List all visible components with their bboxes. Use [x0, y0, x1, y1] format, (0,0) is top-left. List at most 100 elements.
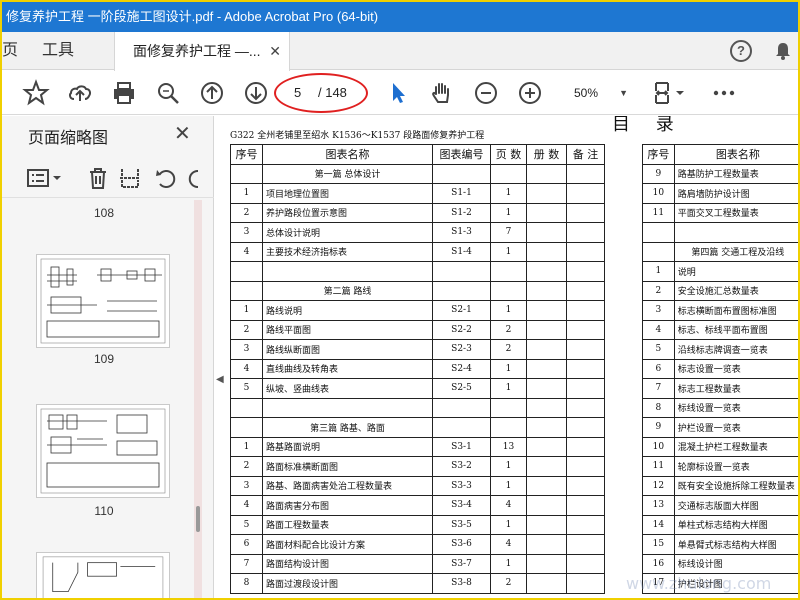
window-title: 修复养护工程 一阶段施工图设计.pdf - Adobe Acrobat Pro … — [6, 9, 379, 24]
table-row: 10 路肩墙防护设计图 — [642, 183, 798, 204]
section-title-cell: 第四篇 交通工程及沿线 — [673, 241, 798, 262]
empty-cell — [230, 261, 263, 282]
table-row: 11 轮廓标设置一览表 — [642, 456, 798, 477]
item-remarks-cell — [566, 378, 605, 399]
item-volumes-cell — [526, 475, 567, 496]
collapse-panel-icon[interactable]: ◀ — [216, 374, 224, 385]
table-row: 13 交通标志版面大样图 — [642, 495, 798, 516]
total-pages-label: / 148 — [318, 85, 347, 100]
thumbnail-options-icon[interactable] — [26, 166, 64, 190]
table-row: 2 安全设施汇总数量表 — [642, 280, 798, 301]
tab-tools[interactable]: 工具 — [42, 32, 74, 70]
table-row: 10 混凝土护栏工程数量表 — [642, 436, 798, 457]
item-volumes-cell — [526, 436, 567, 457]
item-code-cell: S1-1 — [432, 183, 491, 204]
table-row: 1 项目地理位置图 S1-1 1 — [230, 183, 605, 204]
extract-page-icon[interactable] — [118, 166, 142, 190]
panel-title: 页面缩略图 — [28, 130, 109, 147]
bell-icon[interactable] — [772, 40, 794, 62]
table-row: 15 单悬臂式标志结构大样图 — [642, 534, 798, 555]
item-name-cell: 路面标准横断面图 — [262, 456, 433, 477]
thumbnails-scrollbar[interactable] — [194, 200, 202, 598]
table-row: 7 标志工程数量表 — [642, 378, 798, 399]
item-name-cell: 说明 — [673, 261, 798, 282]
item-pages-cell: 1 — [490, 358, 527, 379]
zoom-in-icon[interactable] — [516, 79, 544, 107]
empty-cell — [432, 417, 491, 438]
document-view: 目 录 G322 全州老铺里至绍水 K1536～K1537 段路面修复养护工程 … — [226, 116, 798, 598]
thumbnail-page-111[interactable] — [36, 552, 170, 598]
thumb-label-108: 108 — [93, 206, 115, 220]
item-name-cell: 混凝土护栏工程数量表 — [673, 436, 798, 457]
empty-cell — [432, 163, 491, 184]
page-down-icon[interactable] — [242, 79, 270, 107]
table-row: 1 说明 — [642, 261, 798, 282]
print-icon[interactable] — [110, 79, 138, 107]
section-title-cell: 第一篇 总体设计 — [262, 163, 433, 184]
zoom-search-icon[interactable] — [154, 79, 182, 107]
table-row: 第一篇 总体设计 — [230, 163, 605, 184]
column-header: 图表名称 — [262, 144, 433, 165]
table-row: 5 沿线标志牌调查一览表 — [642, 339, 798, 360]
row-number-cell: 7 — [642, 378, 675, 399]
thumbnails-list: 108 109 110 — [2, 200, 206, 598]
item-volumes-cell — [526, 573, 567, 594]
table-row: 1 路线说明 S2-1 1 — [230, 300, 605, 321]
thumbnails-panel: 页面缩略图 ✕ 108 109 110 — [2, 116, 214, 598]
thumbnail-page-110[interactable] — [36, 404, 170, 498]
row-number-cell — [230, 280, 263, 301]
select-cursor-icon[interactable] — [384, 79, 412, 107]
trash-icon[interactable] — [86, 166, 110, 190]
help-icon[interactable]: ? — [730, 40, 752, 62]
item-name-cell: 既有安全设施拆除工程数量表 — [673, 475, 798, 496]
item-volumes-cell — [526, 319, 567, 340]
item-name-cell: 安全设施汇总数量表 — [673, 280, 798, 301]
more-options-icon[interactable] — [710, 79, 738, 107]
item-volumes-cell — [526, 202, 567, 223]
item-name-cell: 护栏设置一览表 — [673, 417, 798, 438]
empty-cell — [526, 261, 567, 282]
item-name-cell: 交通标志版面大样图 — [673, 495, 798, 516]
current-page-input[interactable]: 5 — [294, 79, 301, 107]
thumbnails-scroll-thumb[interactable] — [196, 506, 200, 532]
thumbnail-page-109[interactable] — [36, 254, 170, 348]
close-panel-icon[interactable]: ✕ — [174, 124, 191, 144]
page-up-icon[interactable] — [198, 79, 226, 107]
item-remarks-cell — [566, 339, 605, 360]
item-pages-cell: 1 — [490, 475, 527, 496]
row-number-cell: 1 — [230, 436, 263, 457]
row-number-cell: 9 — [642, 163, 675, 184]
row-number-cell: 1 — [230, 183, 263, 204]
item-pages-cell: 4 — [490, 534, 527, 555]
hand-tool-icon[interactable] — [428, 79, 456, 107]
table-row: 9 路基防护工程数量表 — [642, 163, 798, 184]
column-header: 序号 — [642, 144, 675, 165]
item-remarks-cell — [566, 573, 605, 594]
item-code-cell: S3-4 — [432, 495, 491, 516]
fit-page-icon[interactable] — [652, 79, 686, 107]
tab-document[interactable]: 面修复养护工程 —... ✕ — [114, 32, 290, 71]
row-number-cell: 5 — [230, 378, 263, 399]
section-title-cell: 第三篇 路基、路面 — [262, 417, 433, 438]
row-number-cell: 8 — [642, 397, 675, 418]
row-number-cell: 4 — [230, 358, 263, 379]
table-row: 6 路面材料配合比设计方案 S3-6 4 — [230, 534, 605, 555]
index-table-right: 序号 图表名称 9 路基防护工程数量表 10 路肩墙防护设计图 11 平面交叉工程数量表 第四… — [642, 144, 798, 594]
item-pages-cell: 1 — [490, 553, 527, 574]
zoom-level-select[interactable]: 50% ▼ — [562, 79, 632, 107]
tab-document-label: 面修复养护工程 —... — [133, 43, 261, 59]
cloud-upload-icon[interactable] — [66, 79, 94, 107]
table-body-left: 第一篇 总体设计 1 项目地理位置图 S1-1 1 2 养护路段位置示意图 S1-2 1 3 总体设… — [230, 163, 605, 594]
rotate-counterclockwise-icon[interactable] — [154, 166, 178, 190]
row-number-cell: 1 — [230, 300, 263, 321]
close-tab-icon[interactable]: ✕ — [269, 32, 281, 70]
bookmark-star-icon[interactable] — [22, 79, 50, 107]
item-name-cell: 直线曲线及转角表 — [262, 358, 433, 379]
item-code-cell: S2-1 — [432, 300, 491, 321]
tab-home[interactable]: 页 — [2, 32, 22, 70]
table-row: 3 路线纵断面图 S2-3 2 — [230, 339, 605, 360]
zoom-out-icon[interactable] — [472, 79, 500, 107]
item-remarks-cell — [566, 456, 605, 477]
row-number-cell: 15 — [642, 534, 675, 555]
rotate-clockwise-icon[interactable] — [186, 166, 198, 190]
